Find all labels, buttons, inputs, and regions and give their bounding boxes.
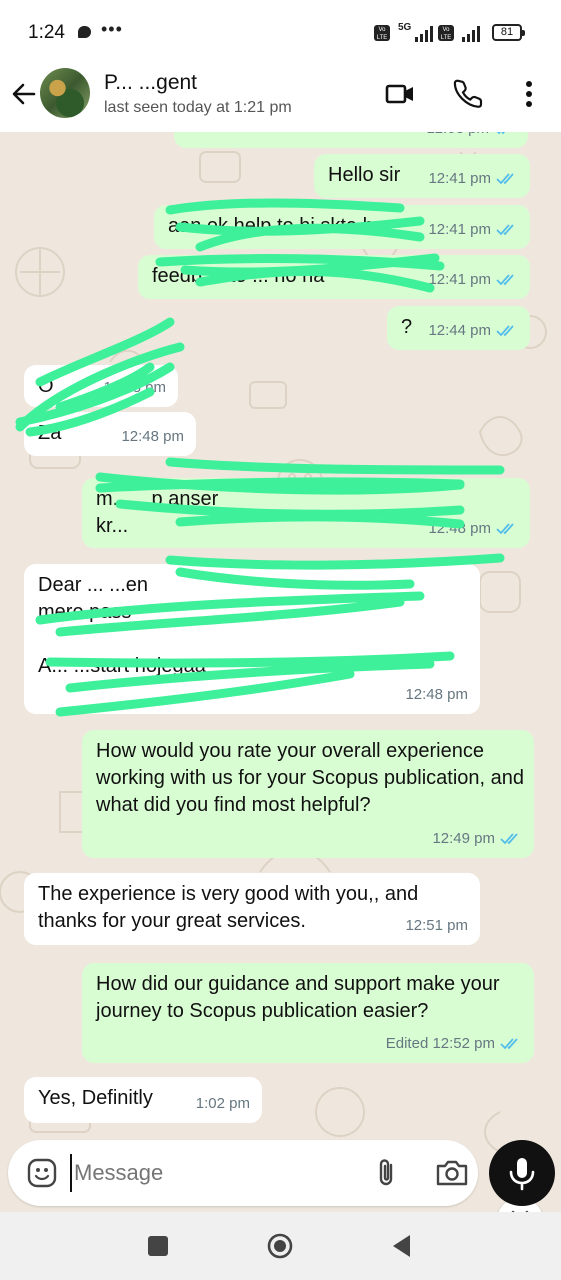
message-meta: Edited 12:52 pm — [386, 1030, 522, 1057]
message-meta: 12:41 pm — [428, 266, 518, 293]
message-outgoing[interactable]: How would you rate your overall experien… — [82, 730, 534, 858]
message-incoming[interactable]: The experience is very good with you,, a… — [24, 873, 480, 945]
mic-icon — [509, 1158, 535, 1191]
message-outgoing[interactable]: How did our guidance and support make yo… — [82, 963, 534, 1063]
voice-message-button[interactable] — [489, 1140, 555, 1206]
message-input[interactable] — [70, 1154, 360, 1192]
emoji-icon[interactable] — [26, 1157, 58, 1189]
voice-call-icon[interactable] — [453, 78, 485, 110]
contact-name[interactable]: P... ...gent — [104, 71, 294, 95]
message-outgoing[interactable]: aan ek help to hi skte h 12:41 pm — [154, 205, 530, 249]
read-ticks-icon — [496, 324, 514, 336]
message-meta: 12:48 pm — [103, 374, 166, 401]
nav-home-icon[interactable] — [266, 1232, 294, 1260]
message-time: Edited 12:52 pm — [385, 1035, 495, 1052]
message-text: How did our guidance and support make yo… — [96, 973, 506, 1022]
battery-icon: 81 — [492, 24, 525, 41]
nav-back-icon[interactable] — [388, 1232, 416, 1260]
message-time: 12:44 pm — [428, 322, 491, 339]
camera-icon[interactable] — [434, 1156, 470, 1190]
message-outgoing[interactable]: m... ...p anser kr... 12:48 pm — [82, 478, 530, 548]
message-outgoing[interactable]: Hello sir 12:41 pm — [314, 154, 530, 198]
message-meta: 12:48 pm — [121, 423, 184, 450]
message-time: 12:48 pm — [103, 379, 166, 396]
message-incoming[interactable]: Dear ... ...en mere pass A... ...start h… — [24, 564, 480, 714]
message-time: 12:48 pm — [428, 520, 491, 537]
more-vert-icon[interactable] — [513, 78, 545, 110]
message-meta: 12:41 pm — [428, 165, 518, 192]
read-ticks-icon — [500, 832, 518, 844]
video-call-icon[interactable] — [384, 78, 416, 110]
message-meta: 1:02 pm — [196, 1090, 250, 1117]
message-outgoing[interactable]: ? 12:44 pm — [387, 306, 530, 350]
read-ticks-icon — [496, 273, 514, 285]
message-time: 12:03 pm — [426, 132, 489, 142]
status-time: 1:24 — [28, 22, 65, 43]
volte-badge-1: Vo LTE — [374, 25, 390, 41]
chat-header: P... ...gent last seen today at 1:21 pm — [0, 64, 561, 132]
read-ticks-icon — [496, 223, 514, 235]
message-meta: 12:48 pm — [428, 515, 518, 542]
status-bar: 1:24 ••• Vo LTE 5G Vo LTE 81 — [0, 0, 561, 64]
signal-icon-2 — [462, 26, 480, 42]
message-outgoing[interactable]: 12:03 pm — [174, 132, 528, 148]
message-meta: 12:03 pm — [426, 132, 516, 142]
message-incoming[interactable]: Yes, Definitly 1:02 pm — [24, 1077, 262, 1123]
message-meta: 12:51 pm — [405, 912, 468, 939]
message-composer — [8, 1140, 478, 1206]
message-meta: 12:41 pm — [428, 216, 518, 243]
system-nav-bar — [0, 1212, 561, 1280]
message-time: 12:41 pm — [428, 170, 491, 187]
message-time: 1:02 pm — [195, 1095, 250, 1112]
more-notifications-icon: ••• — [101, 19, 123, 39]
message-text: How would you rate your overall experien… — [96, 740, 530, 816]
avatar[interactable] — [40, 68, 90, 118]
message-outgoing[interactable]: feedb ... to ... ho ha 12:41 pm — [138, 255, 530, 299]
network-type: 5G — [398, 22, 412, 33]
nav-recents-icon[interactable] — [144, 1232, 172, 1260]
read-ticks-icon — [497, 132, 505, 134]
message-time: 12:48 pm — [121, 428, 184, 445]
message-time: 12:41 pm — [428, 271, 491, 288]
message-time: 12:51 pm — [405, 917, 468, 934]
volte-badge-2: Vo LTE — [438, 25, 454, 41]
signal-icon-1 — [415, 26, 433, 42]
message-time: 12:41 pm — [428, 221, 491, 238]
message-time: 12:48 pm — [405, 686, 468, 703]
chat-notification-icon — [78, 26, 91, 38]
read-ticks-icon — [496, 522, 514, 534]
attach-icon[interactable] — [370, 1156, 404, 1190]
read-ticks-icon — [500, 1037, 518, 1049]
message-incoming[interactable]: O 12:48 pm — [24, 365, 178, 407]
last-seen-status: last seen today at 1:21 pm — [104, 99, 292, 116]
read-ticks-icon — [496, 172, 514, 184]
message-meta: 12:44 pm — [428, 317, 518, 344]
back-arrow-icon[interactable] — [10, 80, 38, 108]
message-text: Dear ... ...en mere pass A... ...start h… — [38, 574, 206, 677]
message-meta: 12:49 pm — [432, 825, 522, 852]
message-time: 12:49 pm — [432, 830, 495, 847]
chat-area[interactable]: 12:03 pm Hello sir 12:41 pm aan ek help … — [0, 132, 561, 1212]
message-incoming[interactable]: Za 12:48 pm — [24, 412, 196, 456]
message-meta: 12:48 pm — [405, 681, 468, 708]
message-text: The experience is very good with you,, a… — [38, 883, 424, 932]
